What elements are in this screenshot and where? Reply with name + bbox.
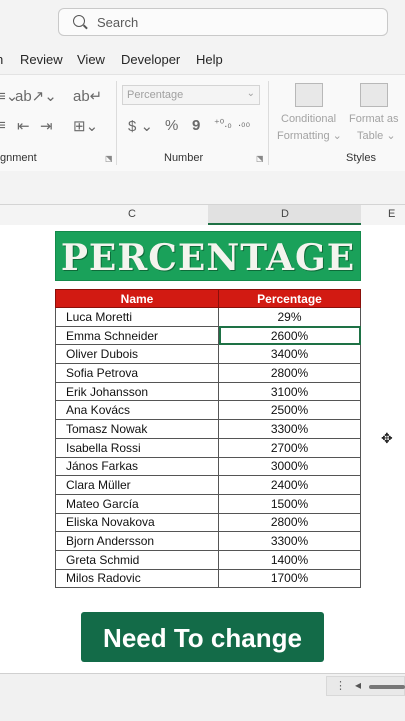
decrease-indent-icon[interactable]: ⇤ [17, 117, 30, 135]
decrease-decimal-icon[interactable]: .₀₀ [238, 117, 250, 129]
name-cell[interactable]: Milos Radovic [55, 568, 219, 589]
percent-style-icon[interactable]: % [165, 117, 178, 134]
data-table: Name Percentage Luca Moretti 29% Emma Schn… [55, 289, 361, 589]
name-cell[interactable]: Luca Moretti [55, 307, 219, 327]
search-box[interactable]: Search [58, 8, 388, 36]
increase-indent-icon[interactable]: ⇥ [40, 117, 53, 135]
scroll-left-icon[interactable]: ◂ [355, 678, 361, 692]
chevron-down-icon: ⌄ [246, 88, 255, 99]
percentage-cell[interactable]: 2500% [218, 400, 361, 421]
percentage-cell[interactable]: 3400% [218, 344, 361, 365]
format-as-table-icon[interactable] [360, 83, 388, 107]
table-row: Erik Johansson 3100% [55, 381, 361, 402]
column-header-e[interactable]: E [388, 208, 395, 220]
header-percentage[interactable]: Percentage [218, 289, 361, 308]
name-cell[interactable]: Isabella Rossi [55, 437, 219, 458]
divider [116, 81, 117, 165]
comma-style-icon[interactable]: 9 [192, 117, 200, 134]
need-to-change-button[interactable]: Need To change [81, 612, 324, 662]
table-row: Eliska Novakova 2800% [55, 512, 361, 533]
table-row: Luca Moretti 29% [55, 307, 361, 327]
name-cell[interactable]: Emma Schneider [55, 325, 219, 346]
number-format-select[interactable]: Percentage ⌄ [122, 85, 260, 105]
format-as-table-label-1[interactable]: Format as [349, 113, 399, 125]
move-cursor-icon: ✥ [381, 430, 393, 446]
table-row: Bjorn Andersson 3300% [55, 531, 361, 551]
tab-review[interactable]: Review [20, 52, 63, 67]
column-header-d[interactable]: D [281, 208, 289, 220]
ribbon: ≡⌄ ab↗⌄ ≡ ⇤ ⇥ ab↵ ⊞⌄ gnment ⬔ Percentage… [0, 74, 405, 172]
percentage-cell[interactable]: 3300% [218, 419, 361, 439]
tab-view[interactable]: View [77, 52, 105, 67]
percentage-cell[interactable]: 1700% [218, 568, 361, 589]
percentage-cell[interactable]: 2400% [218, 475, 361, 495]
table-row: Mateo García 1500% [55, 493, 361, 514]
number-launcher-icon[interactable]: ⬔ [256, 154, 264, 163]
search-input[interactable]: Search [97, 15, 138, 30]
conditional-formatting-label-2[interactable]: Formatting ⌄ [277, 129, 342, 142]
name-cell[interactable]: Eliska Novakova [55, 512, 219, 533]
table-row: Clara Müller 2400% [55, 475, 361, 495]
percentage-cell[interactable]: 29% [218, 307, 361, 327]
conditional-formatting-icon[interactable] [295, 83, 323, 107]
name-cell[interactable]: Greta Schmid [55, 549, 219, 570]
name-cell[interactable]: Clara Müller [55, 475, 219, 495]
percentage-cell[interactable]: 3300% [218, 531, 361, 551]
align-right-icon[interactable]: ≡ [0, 117, 6, 134]
group-label-number: Number [164, 152, 204, 164]
column-header-c[interactable]: C [128, 208, 136, 220]
scroll-thumb[interactable] [369, 685, 405, 689]
divider [268, 81, 269, 165]
percentage-cell[interactable]: 3100% [218, 381, 361, 402]
tab-help[interactable]: Help [196, 52, 223, 67]
merge-center-icon[interactable]: ⊞⌄ [73, 117, 98, 135]
need-to-change-label: Need To change [103, 623, 302, 653]
percentage-cell[interactable]: 2800% [218, 512, 361, 533]
percentage-cell[interactable]: 3000% [218, 456, 361, 477]
number-format-value: Percentage [127, 89, 184, 101]
table-row: Oliver Dubois 3400% [55, 344, 361, 365]
percentage-cell[interactable]: 1400% [218, 549, 361, 570]
search-icon [73, 15, 85, 27]
name-cell[interactable]: Mateo García [55, 493, 219, 514]
orientation-icon[interactable]: ab↗⌄ [15, 87, 57, 105]
title-banner: PERCENTAGE [55, 231, 361, 281]
conditional-formatting-label-1[interactable]: Conditional [281, 113, 336, 125]
column-headers: C D E [0, 204, 405, 226]
format-as-table-label-2[interactable]: Table ⌄ [357, 129, 396, 142]
group-label-alignment: gnment [0, 152, 37, 164]
name-cell[interactable]: Sofia Petrova [55, 363, 219, 383]
percentage-cell[interactable]: 2700% [218, 437, 361, 458]
name-cell[interactable]: Tomasz Nowak [55, 419, 219, 439]
more-icon[interactable]: ⋮ [335, 679, 346, 692]
increase-decimal-icon[interactable]: ⁺⁰.₀ [214, 117, 232, 130]
name-cell[interactable]: János Farkas [55, 456, 219, 477]
tab-developer[interactable]: Developer [121, 52, 180, 67]
name-cell[interactable]: Oliver Dubois [55, 344, 219, 365]
table-row: János Farkas 3000% [55, 456, 361, 477]
table-header-row: Name Percentage [55, 289, 361, 308]
header-name[interactable]: Name [55, 289, 219, 308]
percentage-cell-selected[interactable]: 2600% [218, 325, 361, 346]
table-row: Greta Schmid 1400% [55, 549, 361, 570]
banner-title: PERCENTAGE [60, 237, 356, 279]
table-row: Sofia Petrova 2800% [55, 363, 361, 383]
name-cell[interactable]: Erik Johansson [55, 381, 219, 402]
alignment-launcher-icon[interactable]: ⬔ [105, 154, 113, 163]
tab-partial[interactable]: n [0, 52, 3, 67]
table-row: Isabella Rossi 2700% [55, 437, 361, 458]
table-row: Ana Kovács 2500% [55, 400, 361, 421]
table-row: Emma Schneider 2600% [55, 325, 361, 346]
horizontal-scrollbar[interactable]: ⋮ ◂ [326, 676, 405, 696]
percentage-cell[interactable]: 2800% [218, 363, 361, 383]
table-row: Tomasz Nowak 3300% [55, 419, 361, 439]
wrap-text-icon[interactable]: ab↵ [73, 87, 102, 105]
name-cell[interactable]: Bjorn Andersson [55, 531, 219, 551]
table-row: Milos Radovic 1700% [55, 568, 361, 589]
currency-icon[interactable]: $ ⌄ [128, 117, 153, 135]
group-label-styles: Styles [346, 152, 376, 164]
percentage-cell[interactable]: 1500% [218, 493, 361, 514]
name-cell[interactable]: Ana Kovács [55, 400, 219, 421]
formula-area [0, 171, 405, 195]
